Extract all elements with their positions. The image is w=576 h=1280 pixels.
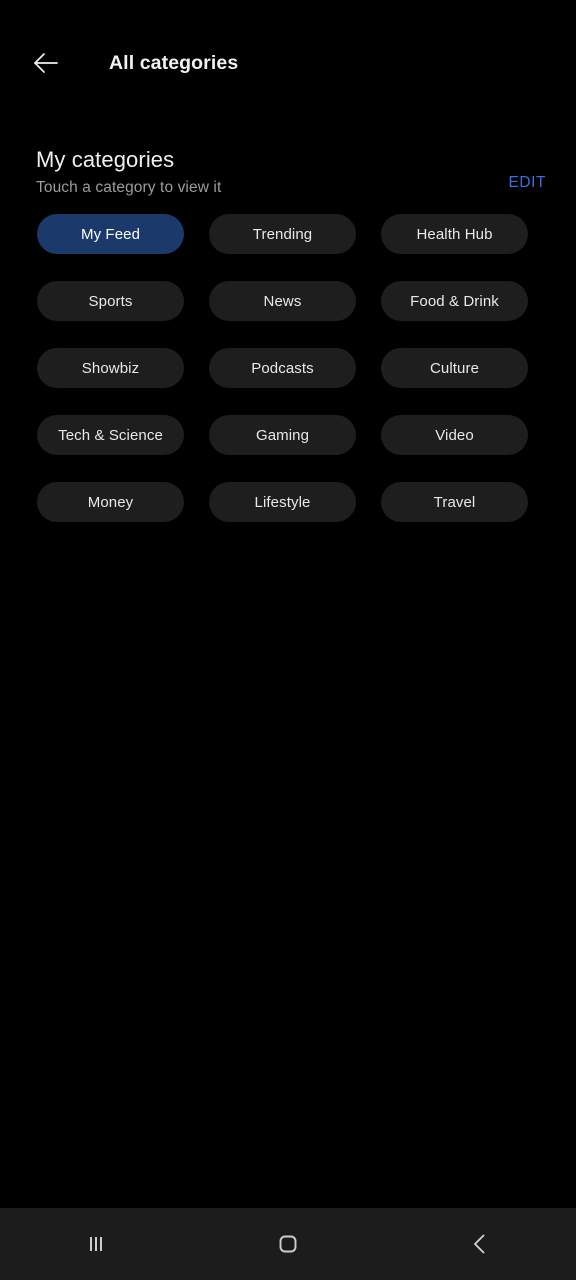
- category-chip[interactable]: Trending: [209, 214, 356, 254]
- category-chip[interactable]: Gaming: [209, 415, 356, 455]
- section-title: My categories: [36, 147, 175, 172]
- category-chip[interactable]: News: [209, 281, 356, 321]
- system-navigation-bar: [0, 1208, 576, 1280]
- app-bar: All categories: [0, 0, 576, 126]
- nav-home-button[interactable]: [192, 1208, 384, 1280]
- category-chip[interactable]: Money: [37, 482, 184, 522]
- chevron-left-icon: [465, 1229, 495, 1259]
- category-chip[interactable]: Culture: [381, 348, 528, 388]
- category-chip[interactable]: Sports: [37, 281, 184, 321]
- category-chip[interactable]: Health Hub: [381, 214, 528, 254]
- category-chip-grid: My Feed Trending Health Hub Sports News Food …: [0, 214, 576, 522]
- home-icon: [273, 1229, 303, 1259]
- nav-back-button[interactable]: [384, 1208, 576, 1280]
- page-title: All categories: [109, 51, 239, 74]
- nav-recents-button[interactable]: [0, 1208, 192, 1280]
- category-chip[interactable]: Lifestyle: [209, 482, 356, 522]
- category-chip[interactable]: Tech & Science: [37, 415, 184, 455]
- arrow-left-icon: [31, 48, 61, 78]
- edit-button[interactable]: EDIT: [508, 174, 546, 192]
- my-categories-section-header: My categories Touch a category to view i…: [0, 126, 576, 200]
- category-chip[interactable]: My Feed: [37, 214, 184, 254]
- category-chip[interactable]: Food & Drink: [381, 281, 528, 321]
- category-chip[interactable]: Travel: [381, 482, 528, 522]
- recents-icon: [81, 1229, 111, 1259]
- section-subtitle: Touch a category to view it: [36, 179, 222, 196]
- category-chip[interactable]: Video: [381, 415, 528, 455]
- category-chip[interactable]: Podcasts: [209, 348, 356, 388]
- back-button[interactable]: [24, 41, 68, 85]
- category-chip[interactable]: Showbiz: [37, 348, 184, 388]
